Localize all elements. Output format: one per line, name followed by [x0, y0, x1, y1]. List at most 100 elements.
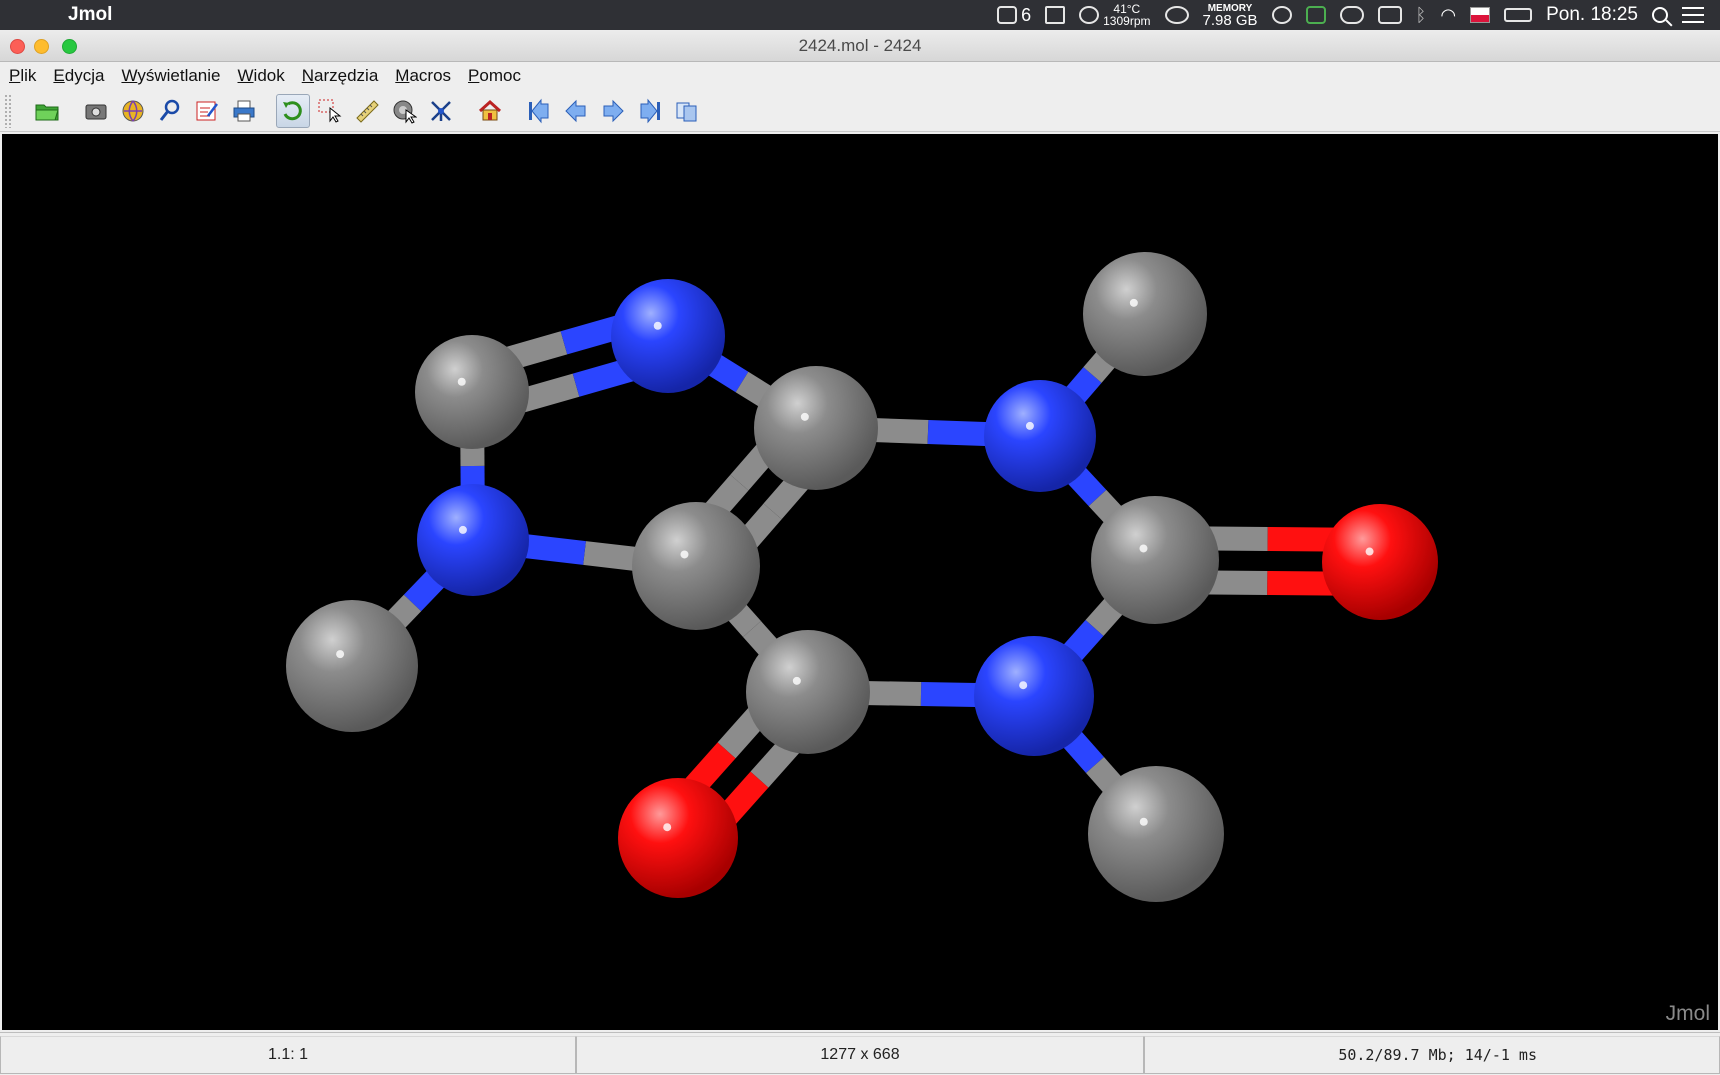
creative-cloud-tray-item[interactable] [1164, 0, 1189, 30]
atom-C-0[interactable] [415, 335, 529, 449]
screenshot-button[interactable] [79, 94, 113, 128]
atom-N-1[interactable] [611, 279, 725, 393]
drive-tray-item[interactable] [1045, 0, 1066, 30]
atom-highlight-4 [1129, 298, 1138, 307]
app-menu-name[interactable]: Jmol [68, 4, 112, 26]
app-menu-bar: Plik Edycja Wyświetlanie Widok Narzędzia… [0, 62, 1720, 90]
molecule-render[interactable] [2, 134, 1718, 1030]
open-file-button[interactable] [30, 94, 64, 128]
atom-N-12[interactable] [417, 484, 529, 596]
status-memory: 50.2/89.7 Mb; 14/-1 ms [1144, 1036, 1720, 1074]
sync-tray-item[interactable] [1271, 0, 1292, 30]
creative-cloud-icon [1164, 6, 1189, 24]
keyboard-icon [1377, 6, 1402, 24]
spotlight-tray-item[interactable] [1652, 0, 1668, 30]
atom-C-4[interactable] [1083, 252, 1207, 376]
rotate-button[interactable] [276, 93, 310, 128]
cloud-tray-item[interactable] [1339, 0, 1364, 30]
notes-icon [997, 6, 1018, 24]
molecule-viewer-canvas[interactable]: Jmol [2, 134, 1718, 1030]
menu-widok[interactable]: Widok [238, 66, 285, 86]
camera-icon [85, 104, 107, 119]
atom-N-3[interactable] [984, 380, 1096, 492]
toolbar-grip[interactable] [4, 93, 12, 128]
first-frame-button[interactable] [522, 94, 556, 128]
model-kit-button[interactable] [424, 94, 458, 128]
print-button[interactable] [227, 94, 261, 128]
web-export-icon [122, 100, 144, 121]
edit-script-icon [196, 101, 218, 120]
battery-tray-item[interactable] [1504, 0, 1533, 30]
fan-tray-item[interactable]: 41°C 1309rpm [1079, 0, 1151, 30]
script-search-button[interactable] [153, 94, 187, 128]
spin-button[interactable] [387, 94, 421, 128]
battery-icon [1504, 8, 1533, 22]
window-minimize-button[interactable] [34, 39, 49, 54]
atom-C-2[interactable] [754, 366, 878, 490]
atom-C-9[interactable] [746, 630, 870, 754]
pick-button[interactable] [313, 94, 347, 128]
atom-C-8[interactable] [1088, 766, 1224, 902]
ruler-icon [356, 99, 379, 123]
jmol-watermark: Jmol [1665, 1002, 1710, 1025]
atom-highlight-12 [458, 525, 467, 534]
spotlight-search-icon [1652, 7, 1668, 23]
all-frames-icon [676, 102, 697, 121]
previous-frame-button[interactable] [559, 94, 593, 128]
measure-button[interactable] [350, 94, 384, 128]
atom-highlight-10 [663, 823, 672, 832]
notification-center-tray-item[interactable] [1682, 0, 1704, 30]
next-frame-button[interactable] [596, 94, 630, 128]
atom-highlight-7 [1019, 681, 1028, 690]
atom-C-13[interactable] [286, 600, 418, 732]
window-title: 2424.mol - 2424 [798, 35, 922, 55]
atom-highlight-13 [336, 650, 345, 659]
status-bar: 1.1: 1 1277 x 668 50.2/89.7 Mb; 14/-1 ms [0, 1032, 1720, 1075]
atom-N-7[interactable] [974, 636, 1094, 756]
last-frame-icon [640, 98, 660, 123]
sync-icon [1271, 6, 1292, 24]
menu-narzedzia[interactable]: Narzędzia [302, 66, 379, 86]
wifi-tray-item[interactable]: ◠ [1440, 0, 1456, 30]
memory-tray-item[interactable]: MEMORY 7.98 GB [1203, 0, 1258, 30]
notes-count: 6 [1021, 4, 1032, 25]
all-frames-button[interactable] [670, 94, 704, 128]
window-close-button[interactable] [10, 39, 25, 54]
atom-modelkit-icon [431, 100, 451, 121]
fan-icon [1079, 6, 1100, 24]
menu-pomoc[interactable]: Pomoc [468, 66, 521, 86]
atom-highlight-0 [457, 377, 466, 386]
recycle-tray-item[interactable] [1305, 0, 1326, 30]
notes-tray-item[interactable]: 6 [997, 0, 1031, 30]
atom-highlight-6 [1365, 547, 1374, 556]
atom-highlight-9 [792, 676, 801, 685]
first-frame-icon [529, 98, 549, 123]
status-viewport-size: 1277 x 668 [576, 1036, 1144, 1074]
rotate-icon [283, 100, 302, 120]
menu-clock[interactable]: Pon. 18:25 [1546, 0, 1638, 30]
next-frame-icon [603, 99, 624, 122]
drive-icon [1045, 6, 1066, 24]
search-script-icon [159, 99, 180, 121]
atom-C-11[interactable] [632, 502, 760, 630]
input-source-tray-item[interactable] [1470, 0, 1491, 30]
menu-wyswietlanie[interactable]: Wyświetlanie [121, 66, 220, 86]
home-button[interactable] [473, 94, 507, 128]
script-editor-button[interactable] [190, 94, 224, 128]
menu-edycja[interactable]: Edycja [53, 66, 104, 86]
atom-O-10[interactable] [618, 778, 738, 898]
menu-plik[interactable]: Plik [9, 66, 36, 86]
web-export-button[interactable] [116, 94, 150, 128]
notification-center-icon [1682, 7, 1704, 23]
fan-readout: 1309rpm [1103, 14, 1151, 28]
atom-O-6[interactable] [1322, 504, 1438, 620]
bluetooth-tray-item[interactable]: ᛒ [1416, 0, 1427, 30]
last-frame-button[interactable] [633, 94, 667, 128]
keyboard-tray-item[interactable] [1377, 0, 1402, 30]
spin-icon [393, 100, 417, 124]
window-titlebar[interactable]: 2424.mol - 2424 [0, 30, 1720, 62]
atom-C-5[interactable] [1091, 496, 1219, 624]
open-folder-icon [35, 104, 59, 120]
window-zoom-button[interactable] [62, 39, 77, 54]
menu-macros[interactable]: Macros [395, 66, 451, 86]
